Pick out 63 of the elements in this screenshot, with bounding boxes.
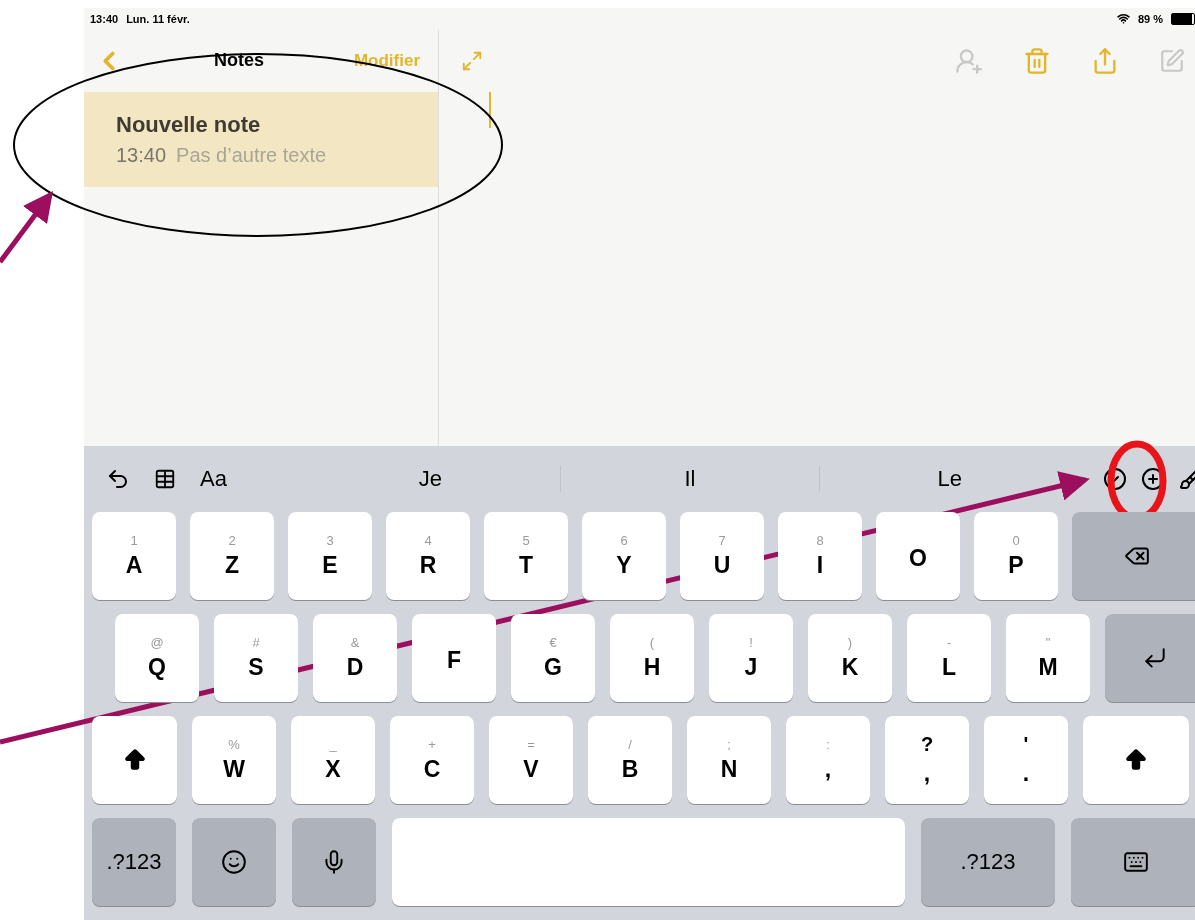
- key[interactable]: ( H: [610, 614, 694, 702]
- mode-key[interactable]: .?123: [921, 818, 1055, 906]
- key[interactable]: 3 E: [288, 512, 372, 600]
- add-person-icon[interactable]: [955, 46, 983, 75]
- hide-key[interactable]: [1071, 818, 1195, 906]
- key[interactable]: 5 T: [484, 512, 568, 600]
- shift-key[interactable]: [92, 716, 177, 804]
- undo-icon[interactable]: [106, 467, 130, 491]
- status-date: Lun. 11 févr.: [126, 12, 190, 25]
- key[interactable]: @ Q: [115, 614, 199, 702]
- key[interactable]: / B: [588, 716, 672, 804]
- key[interactable]: 6 Y: [582, 512, 666, 600]
- key[interactable]: " M: [1006, 614, 1090, 702]
- shift-icon: [1123, 747, 1149, 773]
- key[interactable]: € G: [511, 614, 595, 702]
- note-title: Nouvelle note: [116, 111, 262, 138]
- key[interactable]: 1 A: [92, 512, 176, 600]
- key[interactable]: 7 U: [680, 512, 764, 600]
- notes-title: Notes: [212, 50, 265, 72]
- note-time: 13:40: [116, 143, 167, 167]
- emoji-key[interactable]: [192, 818, 276, 906]
- key[interactable]: ! J: [709, 614, 793, 702]
- suggestion[interactable]: Le: [819, 466, 1079, 492]
- mode-key[interactable]: .?123: [92, 818, 176, 906]
- note-preview: Pas d’autre texte: [176, 143, 327, 167]
- key[interactable]: _ X: [291, 716, 375, 804]
- key[interactable]: 2 Z: [190, 512, 274, 600]
- keyboard-icon: [1123, 849, 1149, 875]
- key[interactable]: 8 I: [778, 512, 862, 600]
- backspace-key[interactable]: [1072, 512, 1195, 600]
- shift-key[interactable]: [1083, 716, 1189, 804]
- status-time: 13:40: [90, 12, 119, 25]
- trash-icon[interactable]: [1023, 46, 1051, 75]
- key[interactable]: ) K: [808, 614, 892, 702]
- expand-icon[interactable]: [461, 49, 483, 72]
- compose-icon[interactable]: [1159, 47, 1185, 74]
- key[interactable]: & D: [313, 614, 397, 702]
- checklist-icon[interactable]: [1103, 467, 1127, 491]
- wifi-icon: [1116, 12, 1130, 26]
- text-cursor: [489, 91, 491, 128]
- key[interactable]: 0 P: [974, 512, 1058, 600]
- key[interactable]: 4 R: [386, 512, 470, 600]
- mic-key[interactable]: [292, 818, 376, 906]
- note-item[interactable]: Nouvelle note 13:40 Pas d’autre texte: [84, 91, 438, 187]
- key[interactable]: + C: [390, 716, 474, 804]
- suggestion[interactable]: Je: [300, 466, 560, 492]
- key[interactable]: ? ,: [885, 716, 969, 804]
- key[interactable]: - L: [907, 614, 991, 702]
- key[interactable]: ' .: [984, 716, 1068, 804]
- table-icon[interactable]: [154, 468, 176, 490]
- key[interactable]: F: [412, 614, 496, 702]
- key[interactable]: : ,: [786, 716, 870, 804]
- key[interactable]: O: [876, 512, 960, 600]
- battery-icon: [1171, 12, 1195, 25]
- battery-percent: 89 %: [1137, 12, 1163, 25]
- smiley-icon: [221, 849, 247, 875]
- key[interactable]: # S: [214, 614, 298, 702]
- key[interactable]: % W: [192, 716, 276, 804]
- key[interactable]: ; N: [687, 716, 771, 804]
- key[interactable]: = V: [489, 716, 573, 804]
- return-icon: [1142, 645, 1168, 671]
- format-button[interactable]: Aa: [200, 466, 227, 492]
- suggestion[interactable]: Il: [559, 466, 820, 492]
